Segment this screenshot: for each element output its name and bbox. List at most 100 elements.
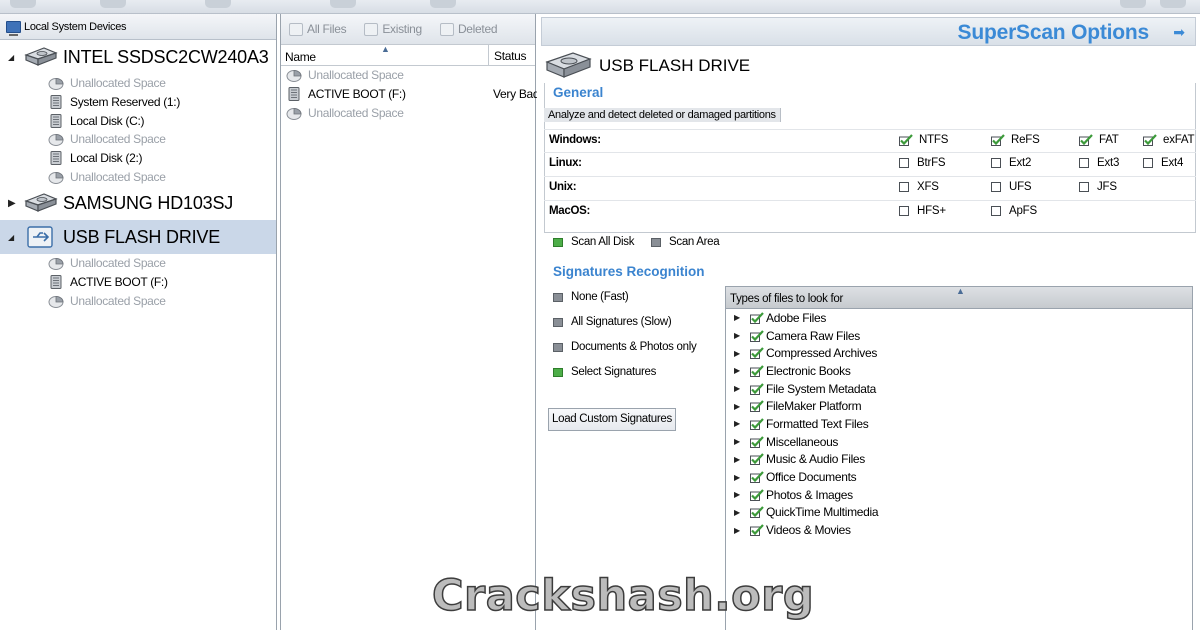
checkbox-checked-icon[interactable] (750, 329, 766, 342)
file-type-item[interactable]: ▶ FileMaker Platform (726, 397, 1192, 415)
expand-arrow-icon[interactable]: ▶ (734, 508, 750, 517)
toolbar-button[interactable] (1160, 0, 1186, 8)
toolbar-button[interactable] (10, 0, 36, 8)
file-type-item[interactable]: ▶ Adobe Files (726, 309, 1192, 327)
filesystem-exfat-option[interactable]: exFAT (1143, 134, 1195, 146)
filesystem-ufs-option[interactable]: UFS (991, 181, 1032, 193)
filesystem-ext4-option[interactable]: Ext4 (1143, 157, 1183, 169)
scan-area-radio[interactable] (651, 237, 661, 247)
partition-item[interactable]: Local Disk (2:) (0, 149, 276, 168)
checkbox-checked-icon[interactable] (899, 134, 919, 146)
file-type-item[interactable]: ▶ Formatted Text Files (726, 415, 1192, 433)
radio[interactable] (553, 342, 563, 352)
partition-item[interactable]: Unallocated Space (0, 74, 276, 93)
checkbox[interactable] (899, 206, 909, 216)
expand-arrow-icon[interactable]: ▶ (734, 349, 750, 358)
file-type-item[interactable]: ▶ Office Documents (726, 468, 1192, 486)
all-files-button[interactable]: All Files (289, 22, 347, 36)
partition-item[interactable]: Unallocated Space (0, 130, 276, 149)
expand-arrow-icon[interactable]: ▶ (734, 366, 750, 375)
filesystem-xfs-option[interactable]: XFS (899, 181, 939, 193)
partition-item[interactable]: System Reserved (1:) (0, 93, 276, 112)
expand-arrow-icon[interactable]: ▶ (734, 313, 750, 322)
checkbox[interactable] (1079, 182, 1089, 192)
checkbox[interactable] (899, 158, 909, 168)
toolbar-button[interactable] (1120, 0, 1146, 8)
file-type-item[interactable]: ▶ Electronic Books (726, 362, 1192, 380)
checkbox-checked-icon[interactable] (1079, 134, 1099, 146)
load-custom-signatures-button[interactable]: Load Custom Signatures (548, 408, 676, 431)
file-row[interactable]: ACTIVE BOOT (F:) Very Bad (281, 85, 537, 104)
filesystem-btrfs-option[interactable]: BtrFS (899, 157, 946, 169)
checkbox[interactable] (899, 182, 909, 192)
collapsed-arrow-icon[interactable]: ▶ (8, 198, 22, 209)
file-type-item[interactable]: ▶ Photos & Images (726, 486, 1192, 504)
checkbox-checked-icon[interactable] (1143, 134, 1163, 146)
existing-button[interactable]: Existing (364, 22, 422, 36)
scan-all-disk-option[interactable]: Scan All Disk (553, 236, 635, 248)
expand-arrow-icon[interactable]: ▶ (734, 473, 750, 482)
checkbox-checked-icon[interactable] (750, 347, 766, 360)
toolbar-button[interactable] (430, 0, 456, 8)
toolbar-button[interactable] (100, 0, 126, 8)
checkbox[interactable] (991, 182, 1001, 192)
checkbox[interactable] (1143, 158, 1153, 168)
expand-arrow-icon[interactable]: ▶ (734, 526, 750, 535)
checkbox-checked-icon[interactable] (750, 312, 766, 324)
file-type-item[interactable]: ▶ QuickTime Multimedia (726, 504, 1192, 522)
scan-all-disk-radio[interactable] (553, 237, 563, 247)
expand-arrow-icon[interactable]: ▶ (734, 455, 750, 464)
file-type-item[interactable]: ▶ Compressed Archives (726, 344, 1192, 362)
toolbar-button[interactable] (205, 0, 231, 8)
partition-item[interactable]: ACTIVE BOOT (F:) (0, 273, 276, 292)
partition-item[interactable]: Unallocated Space (0, 292, 276, 311)
expanded-arrow-icon[interactable]: ◢ (8, 233, 22, 242)
expand-arrow-icon[interactable]: ▶ (734, 384, 750, 393)
filesystem-ext3-option[interactable]: Ext3 (1079, 157, 1119, 169)
filesystem-refs-option[interactable]: ReFS (991, 134, 1040, 146)
file-row[interactable]: Unallocated Space (281, 66, 535, 85)
checkbox-checked-icon[interactable] (750, 488, 766, 501)
expand-arrow-icon[interactable]: ▶ (734, 331, 750, 340)
partition-item[interactable]: Unallocated Space (0, 167, 276, 186)
filesystem-hfsplus-option[interactable]: HFS+ (899, 205, 946, 217)
checkbox[interactable] (991, 206, 1001, 216)
checkbox-checked-icon[interactable] (750, 524, 766, 537)
radio[interactable] (553, 367, 563, 377)
file-type-item[interactable]: ▶ Camera Raw Files (726, 327, 1192, 345)
filesystem-apfs-option[interactable]: ApFS (991, 205, 1037, 217)
checkbox[interactable] (1079, 158, 1089, 168)
checkbox[interactable] (991, 158, 1001, 168)
column-name[interactable]: Name (285, 50, 316, 64)
file-type-item[interactable]: ▶ Music & Audio Files (726, 451, 1192, 469)
checkbox-checked-icon[interactable] (991, 134, 1011, 146)
partition-item[interactable]: Unallocated Space (0, 254, 276, 273)
filesystem-ntfs-option[interactable]: NTFS (899, 134, 948, 146)
checkbox-checked-icon[interactable] (750, 400, 766, 413)
expand-arrow-icon[interactable]: ▶ (734, 437, 750, 446)
file-row[interactable]: Unallocated Space (281, 103, 535, 122)
signature-option[interactable]: None (Fast) (553, 291, 629, 303)
checkbox-checked-icon[interactable] (750, 506, 766, 519)
file-type-item[interactable]: ▶ Videos & Movies (726, 521, 1192, 539)
filesystem-jfs-option[interactable]: JFS (1079, 181, 1117, 193)
drive-row[interactable]: ◢ USB FLASH DRIVE (0, 220, 276, 255)
partition-item[interactable]: Local Disk (C:) (0, 111, 276, 130)
deleted-button[interactable]: Deleted (439, 22, 498, 36)
signature-option[interactable]: Select Signatures (553, 366, 656, 378)
checkbox-checked-icon[interactable] (750, 471, 766, 484)
checkbox-checked-icon[interactable] (750, 453, 766, 466)
checkbox-checked-icon[interactable] (750, 365, 766, 377)
drive-row[interactable]: ◢ INTEL SSDSC2CW240A3 (0, 40, 276, 74)
filesystem-fat-option[interactable]: FAT (1079, 134, 1119, 146)
file-type-item[interactable]: ▶ File System Metadata (726, 380, 1192, 398)
expanded-arrow-icon[interactable]: ◢ (8, 53, 22, 62)
checkbox-checked-icon[interactable] (750, 435, 766, 448)
checkbox-checked-icon[interactable] (750, 418, 766, 430)
signature-option[interactable]: Documents & Photos only (553, 341, 697, 353)
radio[interactable] (553, 317, 563, 327)
toolbar-button[interactable] (330, 0, 356, 8)
radio[interactable] (553, 292, 563, 302)
expand-arrow-icon[interactable]: ▶ (734, 402, 750, 411)
drive-row[interactable]: ▶ SAMSUNG HD103SJ (0, 186, 276, 220)
